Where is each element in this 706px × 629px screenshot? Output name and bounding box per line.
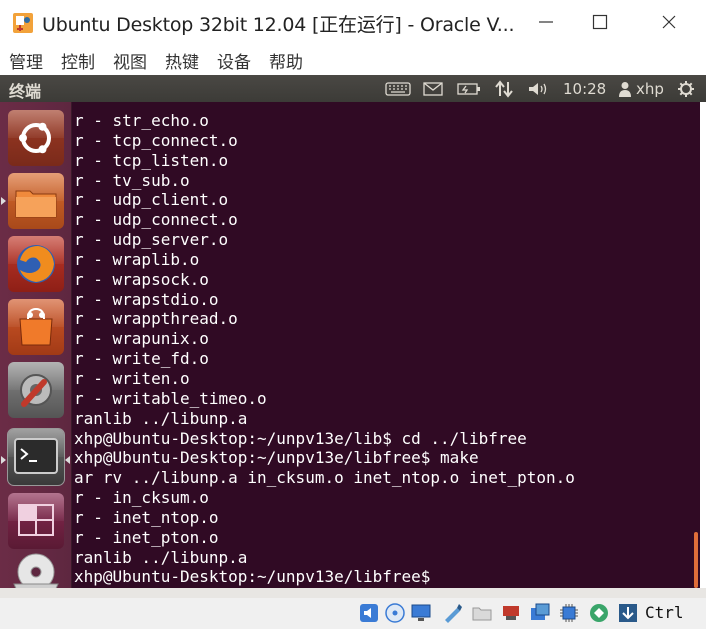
network-icon — [495, 79, 513, 98]
menu-control[interactable]: 控制 — [61, 48, 95, 73]
virtualbox-app-icon — [13, 13, 33, 33]
terminal-line: r - writable_timeo.o — [74, 388, 267, 408]
active-window-indicator — [65, 456, 70, 464]
terminal-line: r - inet_pton.o — [74, 527, 219, 547]
terminal-line: r - udp_server.o — [74, 230, 229, 250]
terminal-line: r - tcp_listen.o — [74, 150, 229, 170]
ubuntu-top-panel: 终端 10:28 xhp — [0, 75, 706, 102]
cpu-icon[interactable] — [558, 602, 580, 624]
window-title: Ubuntu Desktop 32bit 12.04 [正在运行] - Orac… — [42, 14, 515, 36]
network-adapter-icon[interactable] — [500, 602, 522, 624]
launcher-item-firefox[interactable] — [8, 236, 64, 292]
terminal-line: xhp@Ubuntu-Desktop:~/unpv13e/libfree$ ma… — [74, 448, 479, 468]
network-indicator[interactable] — [493, 79, 515, 98]
terminal-line: r - tv_sub.o — [74, 170, 190, 190]
firefox-icon — [17, 245, 55, 283]
terminal-line: r - writen.o — [74, 368, 190, 388]
arrow-down-icon[interactable] — [617, 602, 639, 624]
keyboard-indicator[interactable] — [384, 79, 412, 98]
messaging-indicator[interactable] — [421, 79, 445, 98]
terminal-line: r - wraplib.o — [74, 249, 200, 269]
display-icon[interactable] — [410, 602, 432, 624]
terminal-line: ranlib ../libunp.a — [74, 547, 248, 567]
terminal-line: ranlib ../libunp.a — [74, 408, 248, 428]
screen-capture-icon[interactable] — [529, 602, 551, 624]
menu-bar: 管理 控制 视图 热键 设备 帮助 — [0, 46, 706, 74]
user-indicator[interactable] — [617, 79, 633, 98]
terminal-line: r - wrapunix.o — [74, 329, 209, 349]
sound-indicator[interactable] — [526, 79, 552, 98]
battery-icon — [457, 82, 480, 95]
keyboard-icon — [385, 81, 411, 96]
mouse-integration-icon[interactable] — [588, 602, 610, 624]
terminal-line: r - inet_ntop.o — [74, 507, 219, 527]
host-key-label: Ctrl — [645, 603, 684, 622]
volume-icon — [529, 82, 547, 95]
mail-icon — [423, 81, 443, 96]
menu-view[interactable]: 视图 — [113, 48, 147, 73]
workspace-icon — [18, 504, 54, 536]
shopping-bag-icon — [19, 307, 53, 346]
minimize-icon — [539, 21, 553, 23]
panel-app-title: 终端 — [9, 82, 42, 101]
terminal-line: r - udp_connect.o — [74, 210, 238, 230]
terminal-line: r - tcp_connect.o — [74, 130, 238, 150]
audio-icon[interactable] — [358, 602, 380, 624]
terminal-line: r - in_cksum.o — [74, 488, 209, 508]
settings-icon — [20, 374, 52, 407]
shared-folder-icon[interactable] — [471, 602, 493, 624]
running-indicator — [1, 197, 6, 205]
terminal-line: r - wrapsock.o — [74, 269, 209, 289]
battery-indicator[interactable] — [456, 79, 482, 98]
terminal-output[interactable]: r - str_echo.o r - tcp_connect.o r - tcp_l… — [72, 102, 694, 588]
close-button[interactable] — [646, 4, 692, 40]
folder-icon — [15, 190, 57, 218]
terminal-scrollbar[interactable] — [694, 102, 700, 588]
unity-launcher — [0, 102, 72, 598]
minimize-button[interactable] — [523, 4, 569, 40]
launcher-item-files[interactable] — [8, 173, 64, 229]
maximize-button[interactable] — [577, 4, 623, 40]
optical-drive-icon[interactable] — [384, 602, 406, 624]
menu-hotkey[interactable]: 热键 — [165, 48, 199, 73]
scrollbar-thumb[interactable] — [694, 532, 698, 588]
ubuntu-logo-icon — [19, 122, 51, 154]
user-name[interactable]: xhp — [636, 79, 664, 98]
usb-pen-icon[interactable] — [441, 602, 463, 624]
gear-icon — [678, 80, 694, 97]
launcher-item-dash[interactable] — [8, 110, 64, 166]
launcher-item-system-settings[interactable] — [8, 362, 64, 418]
terminal-line: xhp@Ubuntu-Desktop:~/unpv13e/lib$ cd ../… — [74, 428, 527, 448]
terminal-lines: r - str_echo.o r - tcp_connect.o r - tcp_l… — [74, 111, 575, 587]
terminal-line: xhp@Ubuntu-Desktop:~/unpv13e/libfree$ — [74, 567, 441, 587]
menu-help[interactable]: 帮助 — [269, 48, 303, 73]
running-indicator — [1, 456, 6, 464]
terminal-line: r - wrapstdio.o — [74, 289, 219, 309]
terminal-line: r - udp_client.o — [74, 190, 229, 210]
terminal-line: r - write_fd.o — [74, 349, 209, 369]
terminal-line: ar rv ../libunp.a in_cksum.o inet_ntop.o… — [74, 468, 575, 488]
terminal-line: r - wrappthread.o — [74, 309, 238, 329]
window-title-bar[interactable]: Ubuntu Desktop 32bit 12.04 [正在运行] - Orac… — [0, 0, 706, 44]
terminal-line: r - str_echo.o — [74, 111, 209, 130]
clock[interactable]: 10:28 — [563, 79, 606, 98]
user-icon — [619, 81, 631, 97]
menu-manage[interactable]: 管理 — [9, 48, 43, 73]
launcher-item-workspace-switcher[interactable] — [8, 493, 64, 549]
maximize-icon — [592, 14, 608, 30]
menu-devices[interactable]: 设备 — [217, 48, 251, 73]
close-icon — [662, 15, 676, 29]
launcher-item-terminal[interactable] — [7, 428, 65, 486]
session-indicator[interactable] — [676, 79, 696, 98]
vbox-status-bar: Ctrl — [0, 598, 706, 629]
launcher-item-software-center[interactable] — [8, 299, 64, 355]
terminal-icon — [14, 438, 58, 474]
vm-bottom-strip — [0, 588, 706, 598]
